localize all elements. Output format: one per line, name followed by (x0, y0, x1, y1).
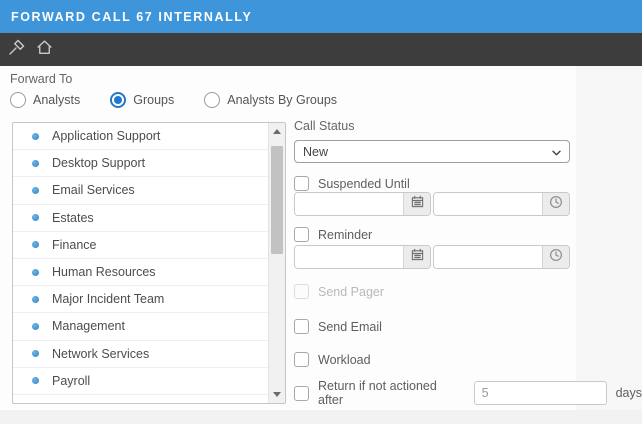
suspended-calendar-button[interactable] (403, 193, 430, 215)
return-label: Return if not actioned after (318, 379, 465, 407)
suspended-until-checkbox[interactable] (294, 176, 309, 191)
list-item-management[interactable]: Management (13, 313, 268, 340)
workload-label: Workload (318, 353, 371, 367)
reminder-time-input[interactable] (434, 246, 542, 268)
suspended-until-checkbox-row[interactable]: Suspended Until (294, 176, 410, 191)
list-item-email-services[interactable]: Email Services (13, 177, 268, 204)
suspended-date-input[interactable] (295, 193, 403, 215)
radio-analysts-label: Analysts (33, 93, 80, 107)
radio-analysts-by-groups-circle[interactable] (204, 92, 220, 108)
reminder-date-input[interactable] (295, 246, 403, 268)
chevron-down-icon (552, 143, 561, 161)
suspended-until-datetime-row (294, 192, 570, 216)
pin-button[interactable] (7, 40, 27, 60)
radio-groups[interactable]: Groups (110, 92, 174, 108)
reminder-checkbox[interactable] (294, 227, 309, 242)
scroll-up-button[interactable] (269, 123, 285, 140)
call-status-label: Call Status (294, 119, 354, 133)
scroll-down-icon (273, 392, 281, 397)
page-title: FORWARD CALL 67 INTERNALLY (11, 10, 252, 24)
scrollbar-thumb[interactable] (271, 146, 283, 254)
group-bullet-icon (32, 133, 39, 140)
reminder-datetime-row (294, 245, 570, 269)
reminder-time-group (433, 245, 570, 269)
group-bullet-icon (32, 160, 39, 167)
return-days-input[interactable] (474, 381, 607, 405)
return-if-not-actioned-row: Return if not actioned after days (294, 381, 642, 405)
list-item-human-resources[interactable]: Human Resources (13, 259, 268, 286)
call-status-select[interactable]: New (294, 140, 570, 163)
forward-to-label: Forward To (10, 72, 72, 86)
radio-analysts[interactable]: Analysts (10, 92, 80, 108)
radio-groups-label: Groups (133, 93, 174, 107)
clock-icon (549, 195, 563, 214)
list-item-network-services[interactable]: Network Services (13, 341, 268, 368)
group-bullet-icon (32, 187, 39, 194)
send-email-checkbox-row[interactable]: Send Email (294, 319, 382, 334)
list-scrollbar[interactable] (268, 123, 285, 403)
reminder-date-group (294, 245, 431, 269)
send-pager-label: Send Pager (318, 285, 384, 299)
list-item-finance[interactable]: Finance (13, 232, 268, 259)
footer-strip (0, 410, 642, 424)
suspended-date-group (294, 192, 431, 216)
list-item-estates[interactable]: Estates (13, 205, 268, 232)
return-unit-label: days (616, 386, 642, 400)
group-bullet-icon (32, 269, 39, 276)
list-item-application-support[interactable]: Application Support (13, 123, 268, 150)
pin-icon (8, 38, 26, 61)
scroll-up-icon (273, 129, 281, 134)
suspended-time-group (433, 192, 570, 216)
radio-groups-circle[interactable] (110, 92, 126, 108)
send-email-checkbox[interactable] (294, 319, 309, 334)
suspended-until-label: Suspended Until (318, 177, 410, 191)
calendar-icon (411, 248, 424, 266)
reminder-calendar-button[interactable] (403, 246, 430, 268)
list-item-major-incident-team[interactable]: Major Incident Team (13, 286, 268, 313)
group-bullet-icon (32, 323, 39, 330)
group-bullet-icon (32, 350, 39, 357)
call-options-panel: Call Status New Suspended Until (294, 66, 570, 410)
group-bullet-icon (32, 296, 39, 303)
list-item-payroll[interactable]: Payroll (13, 368, 268, 395)
suspended-time-input[interactable] (434, 193, 542, 215)
calendar-icon (411, 195, 424, 213)
workload-checkbox-row[interactable]: Workload (294, 352, 371, 367)
group-bullet-icon (32, 214, 39, 221)
send-email-label: Send Email (318, 320, 382, 334)
title-bar: FORWARD CALL 67 INTERNALLY (0, 0, 642, 33)
send-pager-checkbox (294, 284, 309, 299)
groups-list: Application Support Desktop Support Emai… (13, 123, 268, 403)
toolbar (0, 33, 642, 66)
return-checkbox[interactable] (294, 386, 309, 401)
groups-listbox: Application Support Desktop Support Emai… (12, 122, 286, 404)
list-item-desktop-support[interactable]: Desktop Support (13, 150, 268, 177)
scroll-down-button[interactable] (269, 386, 285, 403)
home-button[interactable] (34, 40, 54, 60)
call-status-value: New (303, 145, 552, 159)
clock-icon (549, 248, 563, 267)
radio-analysts-circle[interactable] (10, 92, 26, 108)
forward-call-dialog: FORWARD CALL 67 INTERNALLY Forward To (0, 0, 642, 424)
forward-to-radio-group: Analysts Groups Analysts By Groups (10, 92, 337, 108)
workload-checkbox[interactable] (294, 352, 309, 367)
home-icon (35, 38, 54, 62)
reminder-clock-button[interactable] (542, 246, 569, 268)
group-bullet-icon (32, 241, 39, 248)
reminder-checkbox-row[interactable]: Reminder (294, 227, 372, 242)
send-pager-checkbox-row: Send Pager (294, 284, 384, 299)
group-bullet-icon (32, 377, 39, 384)
reminder-label: Reminder (318, 228, 372, 242)
suspended-clock-button[interactable] (542, 193, 569, 215)
